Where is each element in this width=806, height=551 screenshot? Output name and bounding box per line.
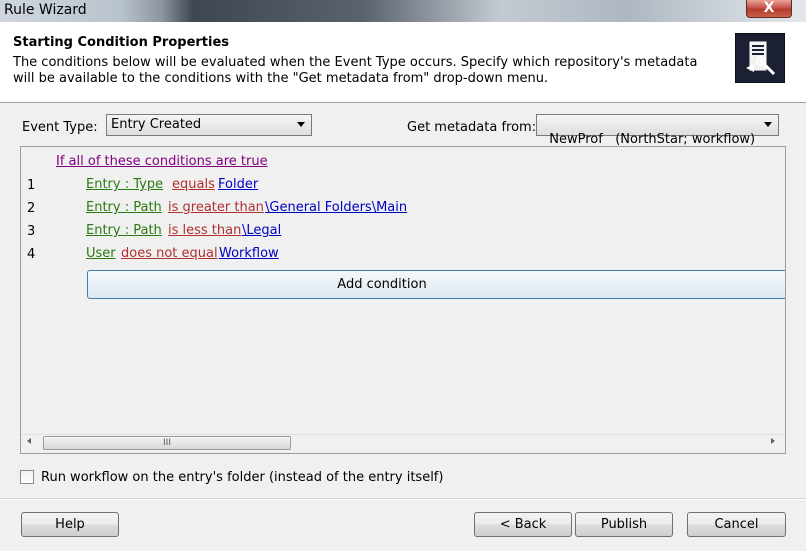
- cancel-button[interactable]: Cancel: [687, 512, 786, 537]
- condition-operator-link[interactable]: is less than: [168, 223, 241, 238]
- conditions-panel: If all of these conditions are true 1 En…: [20, 146, 786, 454]
- event-type-dropdown[interactable]: Entry Created: [106, 114, 312, 136]
- close-icon: X: [763, 0, 775, 16]
- add-condition-button[interactable]: Add condition: [87, 270, 785, 299]
- metadata-dropdown[interactable]: NewProf (NorthStar; workflow): [536, 114, 779, 147]
- condition-field-link[interactable]: Entry : Path: [86, 200, 162, 215]
- page-description: The conditions below will be evaluated w…: [13, 55, 698, 86]
- row-number: 1: [27, 178, 36, 193]
- row-number: 3: [27, 224, 36, 239]
- run-on-folder-label[interactable]: Run workflow on the entry's folder (inst…: [41, 470, 443, 485]
- condition-operator-link[interactable]: does not equal: [121, 246, 218, 261]
- scroll-left-icon[interactable]: [27, 438, 31, 444]
- chevron-down-icon: [764, 122, 772, 127]
- condition-value-link[interactable]: Folder: [218, 177, 258, 192]
- condition-field-link[interactable]: Entry : Type: [86, 177, 163, 192]
- condition-value-link[interactable]: \Legal: [242, 223, 281, 238]
- wizard-header: Starting Condition Properties The condit…: [0, 22, 806, 103]
- back-button[interactable]: < Back: [474, 512, 572, 537]
- horizontal-scrollbar[interactable]: III: [21, 434, 785, 452]
- condition-operator-link[interactable]: is greater than: [168, 200, 264, 215]
- page-title: Starting Condition Properties: [13, 35, 230, 50]
- close-button[interactable]: X: [746, 0, 792, 18]
- condition-value-link[interactable]: \General Folders\Main: [265, 200, 407, 215]
- event-type-value: Entry Created: [111, 117, 202, 132]
- metadata-value: NewProf (NorthStar; workflow): [549, 132, 756, 147]
- divider: [0, 499, 806, 500]
- scroll-right-icon[interactable]: [771, 438, 775, 444]
- row-number: 4: [27, 247, 36, 262]
- conditions-header-link[interactable]: If all of these conditions are true: [56, 154, 268, 169]
- condition-value-link[interactable]: Workflow: [219, 246, 279, 261]
- condition-field-link[interactable]: Entry : Path: [86, 223, 162, 238]
- publish-button[interactable]: Publish: [575, 512, 673, 537]
- title-bar: Rule Wizard X: [0, 0, 806, 22]
- window-title: Rule Wizard: [4, 2, 87, 18]
- help-button[interactable]: Help: [21, 512, 119, 537]
- chevron-down-icon: [297, 122, 305, 127]
- condition-operator-link[interactable]: equals: [172, 177, 215, 192]
- scrollbar-thumb[interactable]: III: [43, 436, 291, 450]
- wizard-icon: [735, 33, 785, 83]
- event-type-label: Event Type:: [22, 120, 98, 135]
- row-number: 2: [27, 201, 36, 216]
- metadata-label: Get metadata from:: [407, 120, 537, 135]
- run-on-folder-checkbox[interactable]: [20, 470, 34, 484]
- condition-field-link[interactable]: User: [86, 246, 116, 261]
